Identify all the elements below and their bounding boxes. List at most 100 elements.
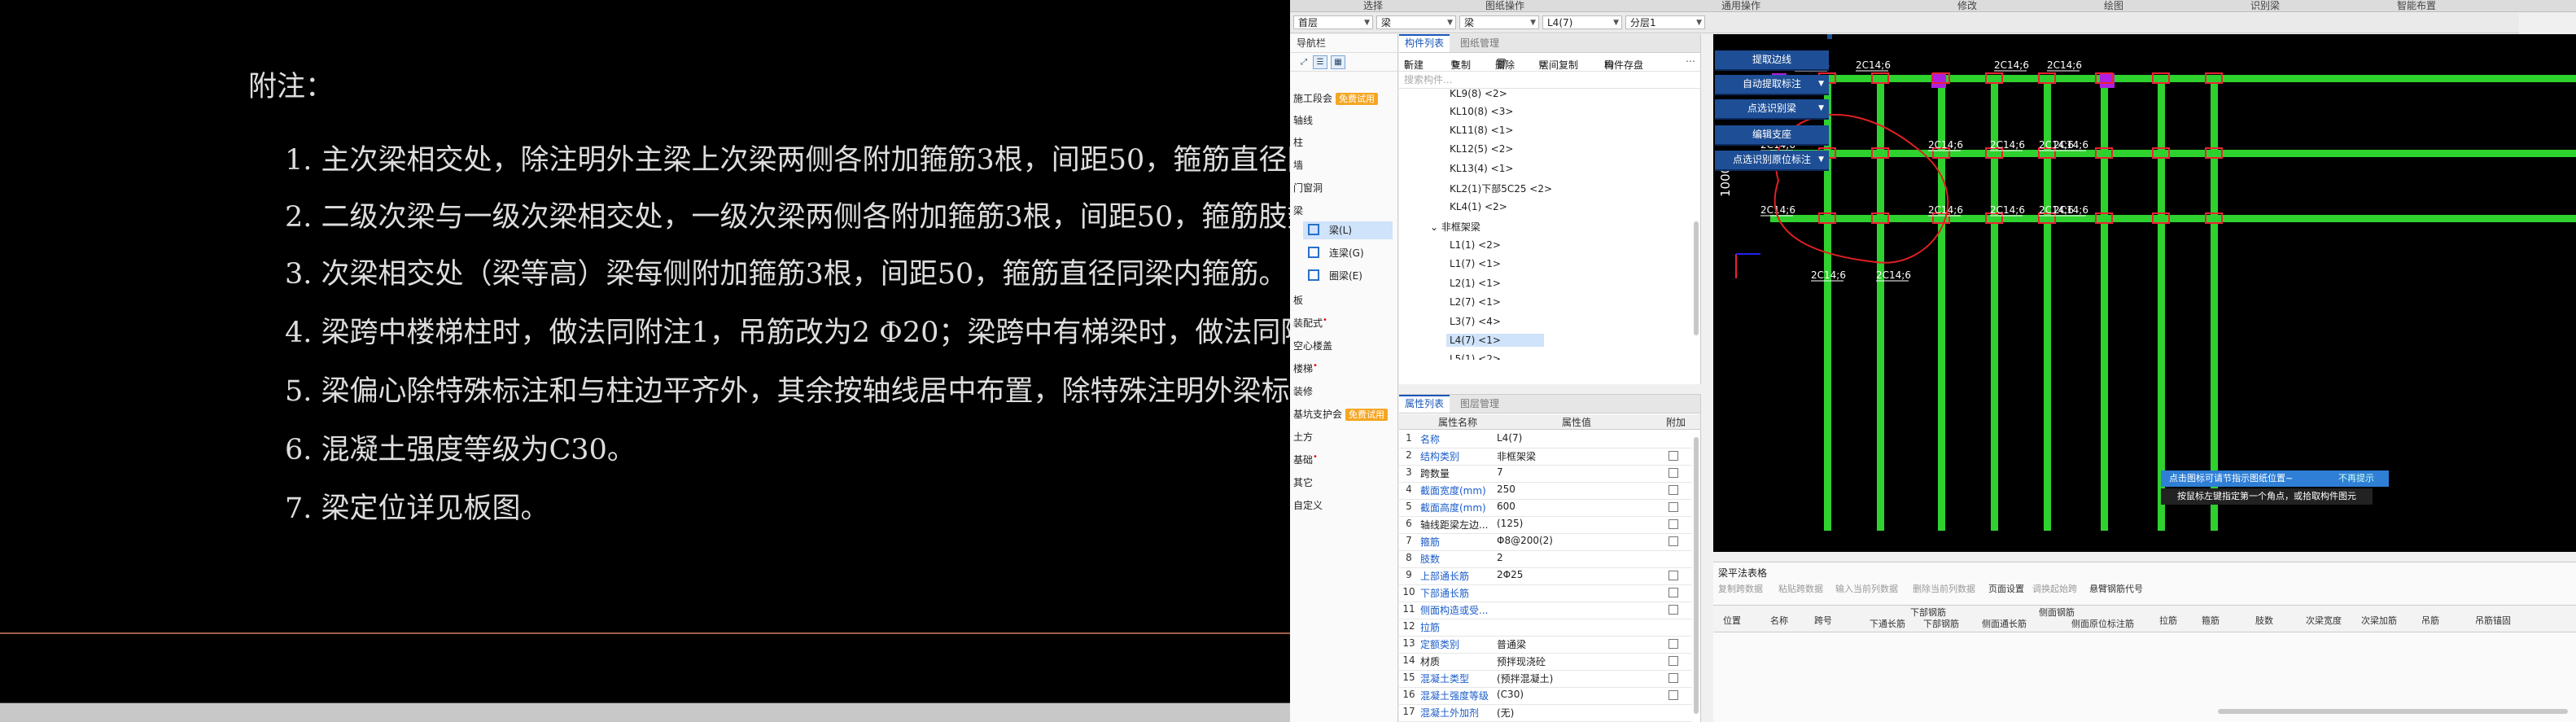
more-icon[interactable]: ⋯ <box>1686 55 1695 67</box>
copy-span-button[interactable]: 复制跨数据 <box>1718 582 1763 595</box>
tree-item[interactable]: KL9(8) <2> <box>1450 88 1507 99</box>
delete-column-button[interactable]: 删除当前列数据 <box>1913 582 1975 595</box>
nav-item[interactable]: 自定义 <box>1293 498 1323 512</box>
attach-checkbox[interactable] <box>1668 468 1678 478</box>
property-value[interactable]: Φ8@200(2) <box>1497 535 1553 546</box>
property-value[interactable]: (C30) <box>1497 689 1524 700</box>
attach-checkbox[interactable] <box>1668 588 1678 597</box>
nav-item[interactable]: 施工段会 免费试用 <box>1293 91 1379 105</box>
attach-checkbox[interactable] <box>1668 519 1678 529</box>
tree-item[interactable]: L5(1) <2> <box>1450 353 1501 360</box>
attach-checkbox[interactable] <box>1668 502 1678 512</box>
property-row[interactable]: 15 混凝土类型 (预拌混凝土) <box>1399 670 1692 688</box>
nav-item[interactable]: 楼梯• <box>1293 361 1318 375</box>
property-value[interactable]: (无) <box>1497 706 1514 720</box>
attach-checkbox[interactable] <box>1668 639 1678 649</box>
property-row[interactable]: 3 跨数量 7 <box>1399 465 1692 483</box>
pick-recognize-inplace-label-button[interactable]: 点选识别原位标注 ▼ <box>1715 151 1829 171</box>
tree-item[interactable]: KL10(8) <3> <box>1450 106 1513 117</box>
drawing-canvas[interactable]: 2C14;6 2C14;6 2C14;6 2C14;6 2C14;6 2C14;6 2C14… <box>1713 34 2576 552</box>
property-value[interactable]: 2Φ25 <box>1497 569 1523 580</box>
attach-checkbox[interactable] <box>1668 536 1678 546</box>
property-value[interactable]: 600 <box>1497 501 1515 512</box>
tree-item[interactable]: L2(7) <1> <box>1450 296 1501 308</box>
property-row[interactable]: 2 结构类别 非框架梁 <box>1399 448 1692 466</box>
tab-member-list[interactable]: 构件列表 <box>1399 34 1450 52</box>
tab-drawing-manage[interactable]: 图纸管理 <box>1454 34 1505 52</box>
tree-item[interactable]: KL11(8) <1> <box>1450 125 1513 136</box>
tree-item[interactable]: L3(7) <4> <box>1450 316 1501 327</box>
nav-item[interactable]: 门窗洞 <box>1293 181 1323 195</box>
property-row[interactable]: 14 材质 预拌现浇砼 <box>1399 653 1692 671</box>
nav-item[interactable]: 基础• <box>1293 453 1318 466</box>
nav-item[interactable]: 土方 <box>1293 430 1313 444</box>
property-value[interactable]: L4(7) <box>1497 432 1522 444</box>
tree-item[interactable]: L2(1) <1> <box>1450 278 1501 289</box>
nav-sub-beam[interactable]: 梁(L) <box>1303 221 1393 239</box>
member-search-input[interactable]: 搜索构件... <box>1399 72 1700 89</box>
input-column-button[interactable]: 输入当前列数据 <box>1835 582 1898 595</box>
auto-extract-label-button[interactable]: 自动提取标注 ▼ <box>1715 75 1829 95</box>
property-scrollbar[interactable] <box>1694 437 1699 714</box>
property-row[interactable]: 5 截面高度(mm) 600 <box>1399 499 1692 517</box>
nav-item[interactable]: 装修 <box>1293 384 1313 398</box>
cantilever-code-button[interactable]: 悬臂钢筋代号 <box>2089 582 2143 595</box>
nav-item[interactable]: 其它 <box>1293 475 1313 489</box>
tab-layer-manage[interactable]: 图层管理 <box>1454 395 1505 413</box>
property-row[interactable]: 6 轴线距梁左边... (125) <box>1399 516 1692 534</box>
floor-select[interactable]: 首层 ▼ <box>1293 15 1373 29</box>
swap-start-span-button[interactable]: 调换起始跨 <box>2032 582 2077 595</box>
nav-item[interactable]: 装配式• <box>1293 316 1327 330</box>
property-value[interactable]: (125) <box>1497 518 1523 529</box>
nav-item[interactable]: 基坑支护会 免费试用 <box>1293 407 1389 421</box>
grid-view-icon[interactable]: ▦ <box>1331 55 1345 69</box>
nav-sub-link-beam[interactable]: 连梁(G) <box>1303 244 1393 262</box>
tree-item[interactable]: KL4(1) <2> <box>1450 201 1507 212</box>
property-row[interactable]: 13 定额类别 普通梁 <box>1399 636 1692 654</box>
extract-edge-button[interactable]: 提取边线 <box>1715 50 1829 71</box>
property-value[interactable]: 预拌现浇砼 <box>1497 654 1546 668</box>
tab-property-list[interactable]: 属性列表 <box>1399 395 1450 413</box>
property-row[interactable]: 12 拉筋 <box>1399 619 1692 637</box>
tree-item[interactable]: KL12(5) <2> <box>1450 143 1513 155</box>
attach-checkbox[interactable] <box>1668 690 1678 700</box>
property-row[interactable]: 9 上部通长筋 2Φ25 <box>1399 567 1692 585</box>
nav-item-beam[interactable]: 梁 <box>1293 203 1303 217</box>
property-row[interactable]: 8 肢数 2 <box>1399 550 1692 568</box>
paste-span-button[interactable]: 粘贴跨数据 <box>1778 582 1823 595</box>
nav-item[interactable]: 轴线 <box>1293 113 1313 127</box>
attach-checkbox[interactable] <box>1668 605 1678 615</box>
property-row[interactable]: 4 截面宽度(mm) 250 <box>1399 482 1692 500</box>
property-row[interactable]: 7 箍筋 Φ8@200(2) <box>1399 533 1692 551</box>
type-select[interactable]: 梁 ▼ <box>1459 15 1539 29</box>
pick-recognize-beam-button[interactable]: 点选识别梁 ▼ <box>1715 99 1829 120</box>
property-value[interactable]: 非框架梁 <box>1497 449 1536 463</box>
property-value[interactable]: 250 <box>1497 484 1515 495</box>
list-view-icon[interactable]: ☰ <box>1313 55 1327 69</box>
property-value[interactable]: 普通梁 <box>1497 637 1526 651</box>
attach-checkbox[interactable] <box>1668 673 1678 683</box>
expand-icon[interactable]: ⤢ <box>1297 55 1311 69</box>
close-icon[interactable] <box>1827 34 1832 39</box>
category-select[interactable]: 梁 ▼ <box>1376 15 1456 29</box>
nav-sub-ring-beam[interactable]: 圈梁(E) <box>1303 267 1393 285</box>
tree-scrollbar[interactable] <box>1694 221 1699 335</box>
attach-checkbox[interactable] <box>1668 485 1678 495</box>
dont-show-again-link[interactable]: 不再提示 <box>2338 470 2374 487</box>
page-setup-button[interactable]: 页面设置 <box>1988 582 2024 595</box>
property-value[interactable]: (预拌混凝土) <box>1497 672 1553 685</box>
tree-item[interactable]: L1(1) <2> <box>1450 239 1501 251</box>
sublayer-select[interactable]: 分层1 ▼ <box>1625 15 1705 29</box>
property-row[interactable]: 10 下部通长筋 <box>1399 584 1692 602</box>
property-value[interactable]: 2 <box>1497 552 1503 563</box>
attach-checkbox[interactable] <box>1668 656 1678 666</box>
nav-item[interactable]: 空心楼盖 <box>1293 339 1332 352</box>
nav-item[interactable]: 板 <box>1293 293 1303 307</box>
nav-item[interactable]: 墙 <box>1293 158 1303 172</box>
property-row[interactable]: 11 侧面构造或受... <box>1399 602 1692 619</box>
tree-item[interactable]: KL13(4) <1> <box>1450 163 1513 174</box>
property-row[interactable]: 1 名称 L4(7) <box>1399 431 1692 449</box>
edit-support-button[interactable]: 编辑支座 <box>1715 125 1829 146</box>
attach-checkbox[interactable] <box>1668 451 1678 461</box>
property-row[interactable]: 17 混凝土外加剂 (无) <box>1399 704 1692 722</box>
